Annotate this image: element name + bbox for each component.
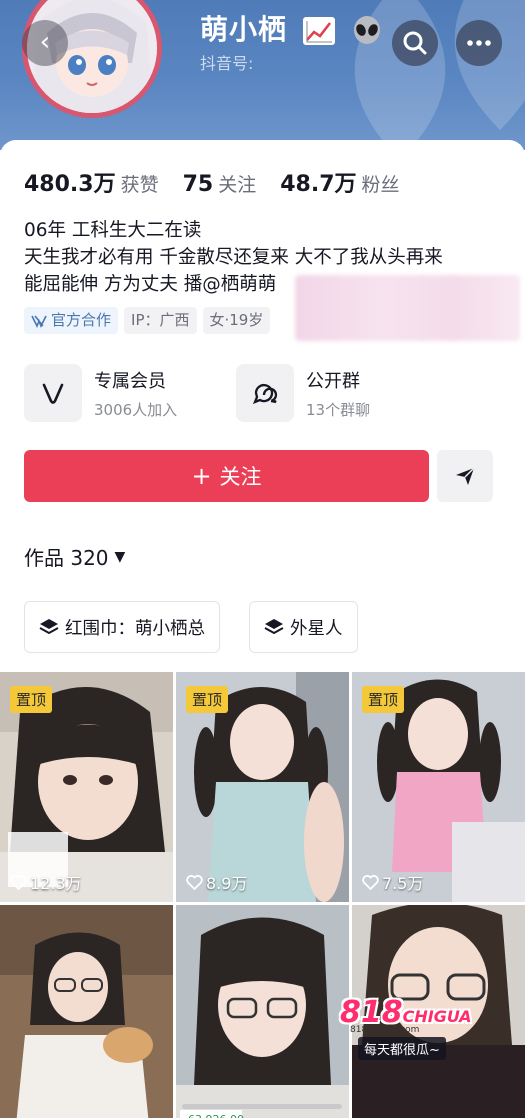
more-dots-icon — [467, 40, 491, 46]
likes-label: 获赞 — [120, 174, 159, 196]
send-icon — [456, 467, 475, 485]
public-group-entry[interactable]: 公开群 13个群聊 — [236, 362, 370, 424]
vip-icon — [42, 383, 64, 404]
video-cover-image: -63,926.00 — [176, 905, 349, 1118]
vip-title: 专属会员 — [94, 370, 166, 392]
group-chat-icon — [252, 383, 278, 405]
chart-increasing-icon — [302, 17, 335, 45]
search-icon — [403, 31, 427, 55]
vip-subtitle: 3006人加入 — [94, 400, 178, 419]
heart-icon — [362, 874, 379, 890]
ip-location-tag: IP：广西 — [124, 307, 197, 334]
collection-chip[interactable]: 外星人 — [249, 601, 358, 653]
back-button[interactable]: ‹ — [22, 20, 68, 66]
caret-down-icon: ▼ — [114, 548, 126, 565]
bio-mention-link[interactable]: @栖萌萌 — [202, 274, 276, 295]
video-thumbnail[interactable]: 置顶 8.9万 — [176, 672, 349, 902]
group-subtitle: 13个群聊 — [306, 400, 371, 419]
video-thumbnail[interactable]: -63,926.00 — [176, 905, 349, 1118]
svg-text:-63,926.00: -63,926.00 — [184, 1113, 244, 1118]
following-label[interactable]: 关注 — [218, 170, 256, 197]
plus-icon: + — [191, 462, 212, 490]
vip-membership-entry[interactable]: 专属会员 3006人加入 — [24, 362, 177, 424]
douyin-id: 抖音号: — [200, 54, 254, 73]
heart-icon — [10, 874, 27, 890]
watermark-site: 818chigua.com — [350, 1025, 420, 1035]
pinned-badge: 置顶 — [362, 686, 405, 713]
vip-icon-box — [24, 364, 82, 422]
bio-line: 天生我才必有用 千金散尽还复来 大不了我从头再来 — [24, 247, 443, 268]
bio-text: 能屈能伸 方为丈夫 播 — [24, 274, 203, 295]
profile-name: 萌小栖 — [200, 8, 383, 48]
profile-tags: 官方合作 IP：广西 女·19岁 — [24, 307, 271, 334]
video-thumbnail[interactable] — [0, 905, 173, 1118]
profile-stats: 480.3万 获赞 75 关注 48.7万 粉丝 — [24, 166, 424, 198]
pinned-badge: 置顶 — [186, 686, 229, 713]
group-icon-box — [236, 364, 294, 422]
video-thumbnail[interactable]: 置顶 7.5万 — [352, 672, 525, 902]
layers-icon — [39, 619, 59, 635]
alien-icon — [353, 16, 380, 44]
redacted-blur — [295, 275, 520, 341]
video-cover-image — [0, 905, 173, 1118]
video-thumbnail[interactable]: 置顶 12.3万 — [0, 672, 173, 902]
heart-icon — [186, 874, 203, 890]
layers-icon — [264, 619, 284, 635]
chevron-left-icon: ‹ — [39, 27, 51, 57]
official-partner-icon — [31, 315, 47, 328]
likes-count: 480.3万 — [24, 172, 116, 197]
followers-label[interactable]: 粉丝 — [362, 170, 400, 197]
video-likes: 12.3万 — [10, 870, 82, 894]
video-likes: 7.5万 — [362, 870, 423, 894]
followers-count[interactable]: 48.7万 — [280, 166, 356, 198]
video-likes: 8.9万 — [186, 870, 247, 894]
profile-header: ‹ 萌小栖 抖音号: — [0, 0, 525, 150]
group-title: 公开群 — [306, 370, 360, 392]
search-button[interactable] — [392, 20, 438, 66]
following-count[interactable]: 75 — [183, 172, 214, 197]
bio-line: 06年 工科生大二在读 — [24, 220, 202, 241]
gender-age-tag: 女·19岁 — [202, 307, 271, 334]
works-tab[interactable]: 作品 320 ▼ — [24, 542, 125, 571]
site-watermark: 818CHIGUA 818chigua.com 每天都很瓜~ — [340, 995, 518, 1105]
collection-chip[interactable]: 红围巾：萌小栖总 — [24, 601, 220, 653]
official-partner-tag[interactable]: 官方合作 — [24, 307, 119, 334]
share-button[interactable] — [437, 450, 493, 502]
follow-button[interactable]: + 关注 — [24, 450, 429, 502]
home-indicator[interactable] — [182, 1104, 342, 1109]
more-button[interactable] — [456, 20, 502, 66]
watermark-slogan: 每天都很瓜~ — [358, 1037, 446, 1060]
pinned-badge: 置顶 — [10, 686, 53, 713]
